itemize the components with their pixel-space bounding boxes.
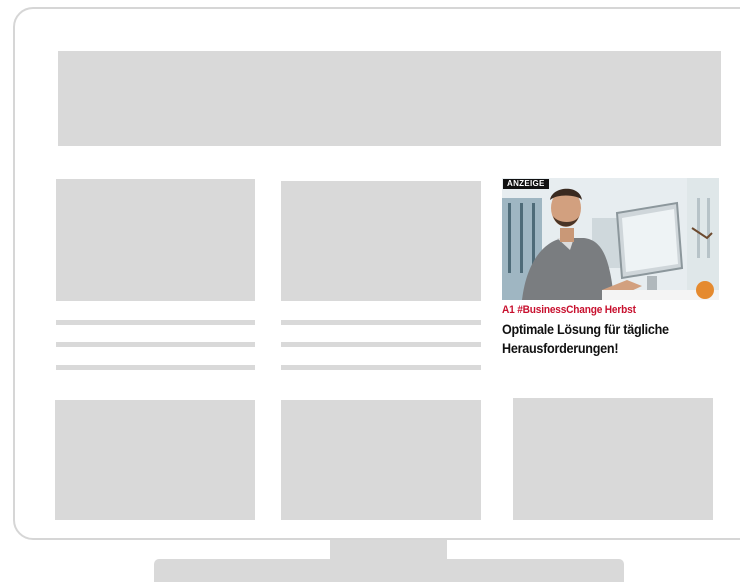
card-image-placeholder-5 [281, 400, 481, 520]
card-image-placeholder-6 [513, 398, 713, 520]
ad-headline[interactable]: Optimale Lösung für tägliche Herausforde… [502, 320, 709, 358]
monitor-stand-base [154, 559, 624, 582]
card-text-line [56, 342, 255, 347]
card-image-placeholder-1 [56, 179, 255, 301]
card-text-line [281, 342, 481, 347]
card-text-line [56, 365, 255, 370]
ad-kicker[interactable]: A1 #BusinessChange Herbst [502, 304, 702, 317]
banner-placeholder [58, 51, 721, 146]
ad-photo-illustration [502, 178, 719, 300]
card-text-line [281, 365, 481, 370]
card-image-placeholder-2 [281, 181, 481, 301]
card-text-line [56, 320, 255, 325]
sponsored-ad-card[interactable]: ANZEIGE A1 #BusinessChange Herbst Optima… [502, 178, 719, 358]
card-image-placeholder-4 [55, 400, 255, 520]
monitor-stand-neck [330, 540, 447, 560]
card-text-line [281, 320, 481, 325]
ad-photo-man-at-computer[interactable]: ANZEIGE [502, 178, 719, 300]
ad-badge: ANZEIGE [503, 179, 549, 189]
